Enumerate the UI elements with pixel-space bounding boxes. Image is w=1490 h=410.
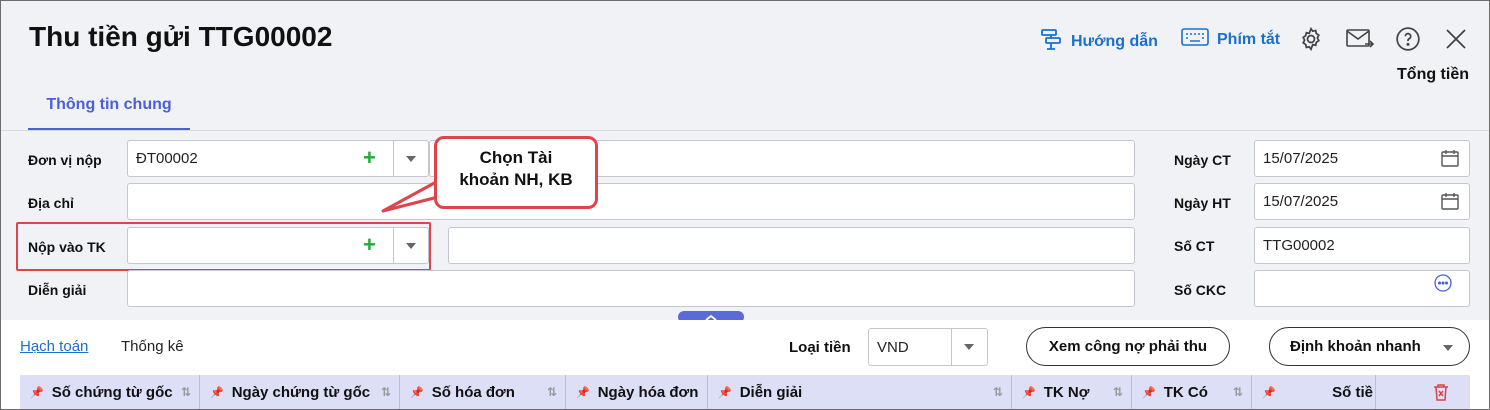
sort-icon: ⇅ [180, 385, 191, 399]
callout-tooltip: Chọn Tài khoản NH, KB [434, 136, 598, 209]
ckc-no-label: Số CKC [1174, 282, 1227, 298]
description-label: Diễn giải [28, 282, 87, 298]
doc-no-label: Số CT [1174, 238, 1215, 254]
tab-statistics[interactable]: Thống kê [121, 338, 184, 355]
pin-icon: 📌 [410, 386, 424, 399]
keyboard-icon [1181, 27, 1209, 52]
currency-label: Loại tiền [789, 339, 851, 356]
grid-column-header[interactable]: 📌 Ngày chứng từ gốc ⇅ [200, 375, 400, 409]
signpost-icon [1039, 27, 1063, 56]
grid-column-header[interactable]: 📌 Số tiề [1252, 375, 1376, 409]
grid-column-header[interactable]: 📌 Ngày hóa đơn [566, 375, 708, 409]
grid-column-header[interactable]: 📌 Diễn giải ⇅ [708, 375, 1012, 409]
tab-accounting[interactable]: Hạch toán [20, 338, 88, 355]
calendar-icon[interactable] [1440, 191, 1460, 216]
pin-icon: 📌 [1262, 386, 1276, 399]
sort-icon: ⇅ [1232, 385, 1243, 399]
post-date-input[interactable]: 15/07/2025 [1254, 183, 1470, 220]
pin-icon: 📌 [718, 386, 732, 399]
total-label: Tổng tiền [1397, 66, 1469, 83]
sort-icon: ⇅ [380, 385, 391, 399]
shortcut-label: Phím tắt [1217, 30, 1281, 48]
description-input[interactable] [127, 270, 1135, 307]
quick-entry-button[interactable]: Định khoản nhanh [1269, 327, 1470, 366]
combo-separator [951, 329, 952, 365]
pin-icon: 📌 [576, 386, 590, 399]
doc-date-label: Ngày CT [1174, 152, 1231, 168]
grid-header: 📌 Số chứng từ gốc ⇅ 📌 Ngày chứng từ gốc … [20, 375, 1470, 409]
pin-icon: 📌 [1142, 386, 1156, 399]
calendar-icon[interactable] [1440, 148, 1460, 173]
chevron-down-icon [1443, 345, 1453, 351]
chevron-down-icon[interactable] [406, 156, 416, 162]
help-icon[interactable] [1394, 25, 1422, 53]
add-payer-plus-icon[interactable]: + [363, 147, 376, 169]
post-date-label: Ngày HT [1174, 195, 1231, 211]
more-options-icon[interactable] [1434, 274, 1452, 297]
shortcut-link[interactable]: Phím tắt [1181, 27, 1280, 52]
account-name-input[interactable] [448, 227, 1135, 264]
highlight-box [16, 222, 431, 271]
pin-icon: 📌 [1022, 386, 1036, 399]
grid-column-header[interactable]: 📌 Số chứng từ gốc ⇅ [20, 375, 200, 409]
sort-icon: ⇅ [992, 385, 1003, 399]
callout-line-1: Chọn Tài [479, 148, 553, 167]
doc-no-input[interactable]: TTG00002 [1254, 227, 1470, 264]
guide-link[interactable]: Hướng dẫn [1039, 27, 1158, 56]
doc-date-input[interactable]: 15/07/2025 [1254, 140, 1470, 177]
grid-column-header[interactable]: 📌 TK Có ⇅ [1132, 375, 1252, 409]
sort-icon: ⇅ [546, 385, 557, 399]
callout-line-2: khoản NH, KB [459, 170, 573, 189]
view-receivables-button[interactable]: Xem công nợ phải thu [1026, 327, 1230, 366]
payer-unit-value: ĐT00002 [136, 150, 198, 167]
payer-unit-combo[interactable]: ĐT00002 [127, 140, 429, 177]
sort-icon: ⇅ [1112, 385, 1123, 399]
close-icon[interactable] [1442, 25, 1470, 53]
tab-general-info[interactable]: Thông tin chung [28, 96, 190, 131]
grid-column-header[interactable]: 📌 TK Nợ ⇅ [1012, 375, 1132, 409]
address-input[interactable] [127, 183, 1135, 220]
send-mail-icon[interactable] [1345, 25, 1375, 53]
pin-icon: 📌 [210, 386, 224, 399]
combo-separator [393, 141, 394, 176]
header: Thu tiền gửi TTG00002 Hướng dẫn Phím tắt [1, 1, 1489, 131]
payer-unit-label: Đơn vị nộp [28, 152, 102, 168]
pin-icon: 📌 [30, 386, 44, 399]
address-label: Địa chỉ [28, 195, 74, 211]
grid-column-header[interactable]: 📌 Số hóa đơn ⇅ [400, 375, 566, 409]
trash-icon[interactable] [1432, 382, 1450, 407]
settings-gear-icon[interactable] [1297, 25, 1325, 53]
guide-label: Hướng dẫn [1071, 32, 1158, 50]
page-title: Thu tiền gửi TTG00002 [29, 21, 333, 52]
chevron-down-icon[interactable] [964, 344, 974, 350]
